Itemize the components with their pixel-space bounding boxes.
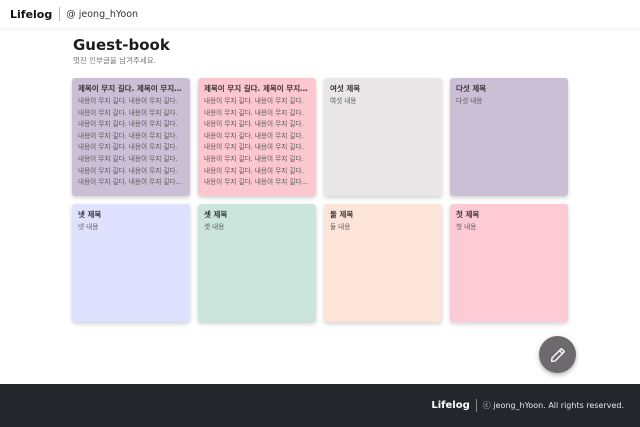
- card-title: 여섯 제목: [330, 84, 361, 93]
- top-navbar: Lifelog @ jeong_hYoon: [0, 0, 640, 28]
- card-title: 셋 제목: [204, 210, 228, 219]
- card-body: 내용이 무지 길다. 내용이 무지 길다. 내용이 무지 길다. 내용이 무지 …: [78, 97, 178, 187]
- guestbook-card[interactable]: 첫 제목 첫 내용: [450, 204, 568, 322]
- card-body: 여섯 내용: [330, 97, 357, 105]
- card-body: 첫 내용: [456, 223, 477, 231]
- guestbook-card[interactable]: 셋 제목 셋 내용: [198, 204, 316, 322]
- guestbook-card[interactable]: 제목이 무지 길다. 제목이 무지 길다. 내용이 무지 길다. 내용이 무지 …: [72, 78, 190, 196]
- guestbook-card[interactable]: 둘 제목 둘 내용: [324, 204, 442, 322]
- card-title: 제목이 무지 길다. 제목이 무지 길다.: [204, 84, 310, 93]
- page-title: Guest-book: [73, 36, 170, 54]
- header-divider: [59, 7, 61, 21]
- card-title: 둘 제목: [330, 210, 354, 219]
- card-body: 둘 내용: [330, 223, 351, 231]
- guestbook-card[interactable]: 넷 제목 넷 내용: [72, 204, 190, 322]
- card-body: 넷 내용: [78, 223, 99, 231]
- guestbook-grid: 제목이 무지 길다. 제목이 무지 길다. 내용이 무지 길다. 내용이 무지 …: [72, 78, 568, 322]
- guestbook-card[interactable]: 제목이 무지 길다. 제목이 무지 길다. 내용이 무지 길다. 내용이 무지 …: [198, 78, 316, 196]
- write-guestbook-button[interactable]: [539, 336, 576, 373]
- brand-logo[interactable]: Lifelog: [10, 8, 52, 21]
- card-title: 넷 제목: [78, 210, 102, 219]
- pencil-icon: [550, 347, 565, 362]
- card-title: 다섯 제목: [456, 84, 487, 93]
- card-title: 첫 제목: [456, 210, 480, 219]
- footer-divider: [475, 399, 477, 412]
- guestbook-card[interactable]: 다섯 제목 다섯 내용: [450, 78, 568, 196]
- guestbook-card[interactable]: 여섯 제목 여섯 내용: [324, 78, 442, 196]
- card-body: 다섯 내용: [456, 97, 483, 105]
- footer-copyright: ⓒ jeong_hYoon. All rights reserved.: [482, 401, 624, 410]
- footer: Lifelog ⓒ jeong_hYoon. All rights reserv…: [0, 384, 640, 427]
- card-title: 제목이 무지 길다. 제목이 무지 길다.: [78, 84, 184, 93]
- user-handle[interactable]: @ jeong_hYoon: [66, 9, 138, 20]
- card-body: 내용이 무지 길다. 내용이 무지 길다. 내용이 무지 길다. 내용이 무지 …: [204, 97, 304, 187]
- footer-brand[interactable]: Lifelog: [431, 400, 469, 411]
- card-body: 셋 내용: [204, 223, 225, 231]
- page-subtitle: 멋진 인부글을 남겨주세요.: [73, 56, 157, 65]
